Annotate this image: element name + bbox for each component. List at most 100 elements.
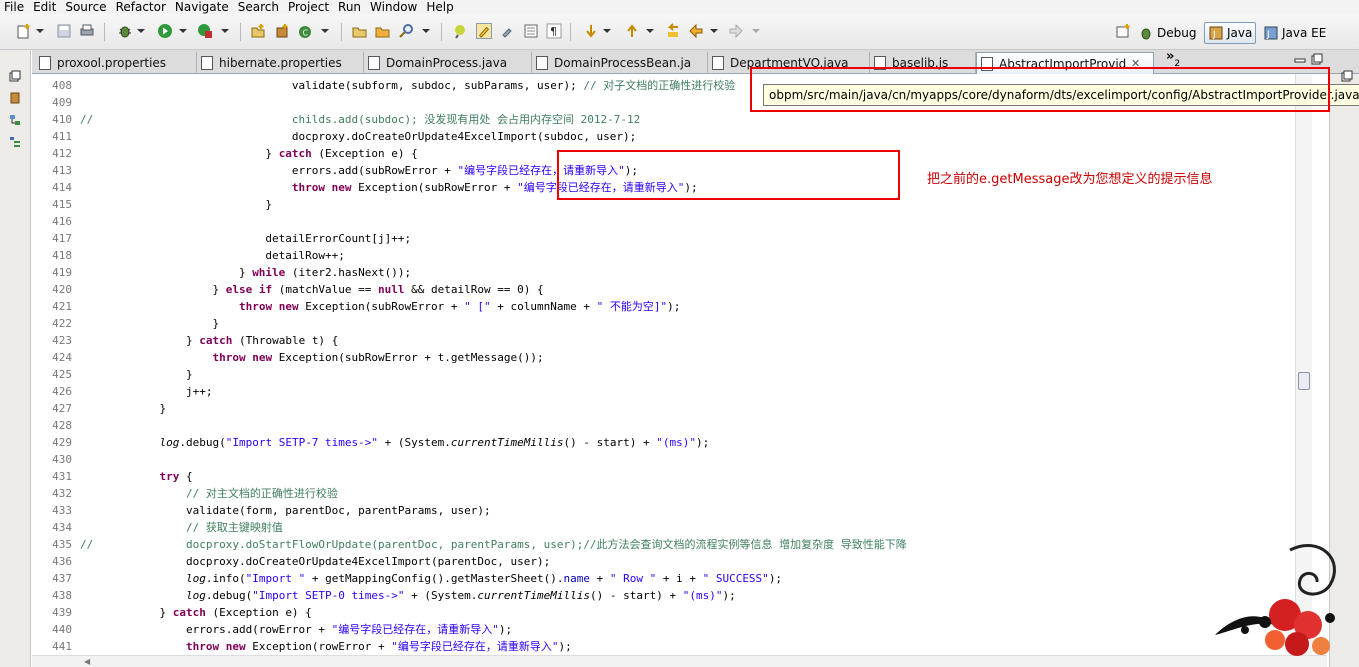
new-package-icon[interactable] xyxy=(274,23,290,39)
code-line[interactable]: } xyxy=(80,400,166,417)
code-line[interactable]: try { xyxy=(80,468,192,485)
code-line[interactable]: // childs.add(subdoc); 没发现有用处 会占用内存空间 20… xyxy=(80,111,640,128)
new-dropdown-icon[interactable] xyxy=(36,29,44,33)
menu-help[interactable]: Help xyxy=(422,0,458,14)
horizontal-scrollbar[interactable]: ◀ xyxy=(32,655,1327,667)
debug-dropdown-icon[interactable] xyxy=(137,29,145,33)
previous-annotation-dropdown-icon[interactable] xyxy=(646,29,654,33)
package-explorer-icon[interactable] xyxy=(9,92,21,104)
last-edit-location-icon[interactable] xyxy=(665,23,681,39)
restore-icon[interactable] xyxy=(9,70,21,82)
new-java-project-icon[interactable] xyxy=(250,23,266,39)
code-line[interactable]: validate(subform, subdoc, subParams, use… xyxy=(80,77,735,94)
code-line[interactable]: validate(form, parentDoc, parentParams, … xyxy=(80,502,491,519)
code-line[interactable]: log.debug("Import SETP-7 times->" + (Sys… xyxy=(80,434,709,451)
code-line[interactable]: log.info("Import " + getMappingConfig().… xyxy=(80,570,782,587)
code-line[interactable]: throw new Exception(rowError + "编号字段已经存在… xyxy=(80,638,572,655)
debug-bug-icon[interactable] xyxy=(117,23,133,39)
run-dropdown-icon[interactable] xyxy=(179,29,187,33)
java-file-icon xyxy=(368,56,380,70)
menu-source[interactable]: Source xyxy=(61,0,111,14)
code-line[interactable]: throw new Exception(subRowError + t.getM… xyxy=(80,349,543,366)
previous-annotation-icon[interactable] xyxy=(624,23,640,39)
perspective-java[interactable]: J Java xyxy=(1204,22,1257,44)
maximize-editor-icon[interactable] xyxy=(1311,53,1323,65)
code-line[interactable]: } xyxy=(80,366,193,383)
code-line[interactable]: // 获取主键映射值 xyxy=(80,519,283,536)
back-arrow-icon[interactable] xyxy=(688,23,704,39)
code-line[interactable]: } catch (Exception e) { xyxy=(80,145,417,162)
code-line[interactable]: } catch (Throwable t) { xyxy=(80,332,338,349)
code-line[interactable]: // 对主文档的正确性进行校验 xyxy=(80,485,338,502)
line-number: 429 xyxy=(52,436,72,449)
restore-view-icon[interactable] xyxy=(1341,70,1353,82)
new-class-dropdown-icon[interactable] xyxy=(321,29,329,33)
code-line[interactable]: // docproxy.doStartFlowOrUpdate(parentDo… xyxy=(80,536,907,553)
code-line[interactable]: errors.add(rowError + "编号字段已经存在，请重新导入"); xyxy=(80,621,512,638)
open-perspective-icon[interactable] xyxy=(1115,23,1131,39)
scrollbar-thumb[interactable] xyxy=(1298,372,1310,390)
code-line[interactable]: } xyxy=(80,315,219,332)
forward-arrow-icon[interactable] xyxy=(728,23,744,39)
search-dropdown-icon[interactable] xyxy=(422,29,430,33)
perspective-java-ee[interactable]: J Java EE xyxy=(1260,22,1329,44)
toggle-block-selection-icon[interactable] xyxy=(500,23,516,39)
line-number: 421 xyxy=(52,300,72,313)
minimized-views-strip xyxy=(0,50,31,667)
line-number: 417 xyxy=(52,232,72,245)
line-number: 437 xyxy=(52,572,72,585)
save-icon[interactable] xyxy=(56,23,72,39)
menu-edit[interactable]: Edit xyxy=(29,0,61,14)
new-class-icon[interactable]: C xyxy=(298,23,314,39)
external-tools-icon[interactable] xyxy=(197,23,213,39)
print-icon[interactable] xyxy=(79,23,95,39)
run-icon[interactable] xyxy=(157,23,173,39)
code-line[interactable]: } while (iter2.hasNext()); xyxy=(80,264,411,281)
code-line[interactable]: errors.add(subRowError + "编号字段已经存在，请重新导入… xyxy=(80,162,638,179)
perspective-debug[interactable]: Debug xyxy=(1135,22,1199,44)
outline-icon[interactable] xyxy=(9,136,21,148)
line-number: 440 xyxy=(52,623,72,636)
code-line[interactable]: } catch (Exception e) { xyxy=(80,604,311,621)
tab-proxool-properties[interactable]: proxool.properties xyxy=(35,52,197,74)
back-dropdown-icon[interactable] xyxy=(710,29,718,33)
menu-navigate[interactable]: Navigate xyxy=(171,0,234,14)
java-file-icon xyxy=(536,56,548,70)
next-annotation-dropdown-icon[interactable] xyxy=(603,29,611,33)
open-type-icon[interactable] xyxy=(352,23,368,39)
code-line[interactable]: throw new Exception(subRowError + " [" +… xyxy=(80,298,680,315)
new-icon[interactable] xyxy=(16,23,32,39)
next-annotation-icon[interactable] xyxy=(583,23,599,39)
line-number: 408 xyxy=(52,79,72,92)
show-whitespace-icon[interactable] xyxy=(523,23,539,39)
menu-run[interactable]: Run xyxy=(334,0,366,14)
external-tools-dropdown-icon[interactable] xyxy=(221,29,229,33)
tab-domainprocessbean-java[interactable]: DomainProcessBean.ja xyxy=(532,52,708,74)
menu-search[interactable]: Search xyxy=(234,0,284,14)
search-icon[interactable] xyxy=(399,23,415,39)
line-number: 434 xyxy=(52,521,72,534)
code-line[interactable]: j++; xyxy=(80,383,213,400)
menu-refactor[interactable]: Refactor xyxy=(112,0,171,14)
code-line[interactable]: docproxy.doCreateOrUpdate4ExcelImport(pa… xyxy=(80,553,550,570)
code-line[interactable]: log.debug("Import SETP-0 times->" + (Sys… xyxy=(80,587,736,604)
pilcrow-icon[interactable]: ¶ xyxy=(546,23,562,39)
code-line[interactable]: detailRow++; xyxy=(80,247,344,264)
forward-dropdown-icon[interactable] xyxy=(752,29,760,33)
menu-window[interactable]: Window xyxy=(366,0,422,14)
code-line[interactable]: } xyxy=(80,196,272,213)
code-line[interactable]: detailErrorCount[j]++; xyxy=(80,230,411,247)
code-line[interactable]: docproxy.doCreateOrUpdate4ExcelImport(su… xyxy=(80,128,636,145)
hierarchy-icon[interactable] xyxy=(9,114,21,126)
tab-hibernate-properties[interactable]: hibernate.properties xyxy=(197,52,364,74)
open-folder-icon[interactable] xyxy=(375,23,391,39)
toggle-highlight-icon[interactable] xyxy=(476,23,492,39)
scroll-left-arrow-icon[interactable]: ◀ xyxy=(84,657,90,666)
menu-project[interactable]: Project xyxy=(284,0,334,14)
tab-domainprocess-java[interactable]: DomainProcess.java xyxy=(364,52,532,74)
minimize-editor-icon[interactable] xyxy=(1294,55,1306,65)
code-line[interactable]: } else if (matchValue == null && detailR… xyxy=(80,281,543,298)
toggle-mark-occurrences-icon[interactable] xyxy=(452,23,468,39)
menu-file[interactable]: File xyxy=(0,0,29,14)
line-number: 438 xyxy=(52,589,72,602)
